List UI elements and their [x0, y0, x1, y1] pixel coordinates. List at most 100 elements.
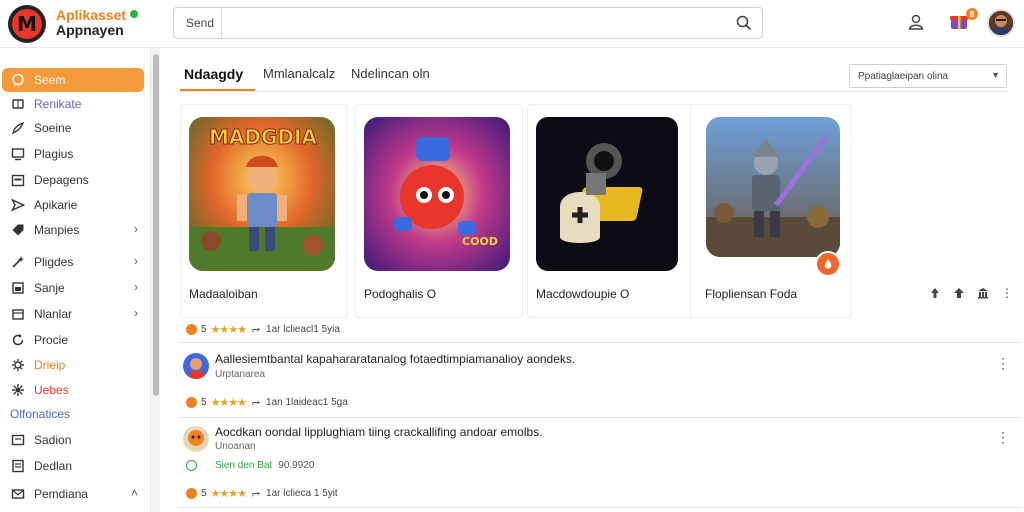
sidebar-item-label: Plagius	[34, 147, 74, 161]
sidebar-item-label: Renikate	[34, 97, 82, 111]
brand-name: Aplikasset Appnayen	[56, 8, 126, 38]
sidebar-item-apikarie[interactable]: Apikarie	[2, 193, 144, 217]
more-icon[interactable]: ⋮	[996, 356, 1010, 370]
search-input[interactable]	[222, 8, 726, 38]
send-icon	[10, 197, 26, 213]
status-label: Sien den Bat	[215, 460, 273, 471]
post-subtitle: Urptanarea	[215, 369, 266, 380]
settings-icon	[10, 382, 26, 398]
chevron-up-icon[interactable]: ˄	[131, 486, 138, 500]
tabs-divider	[180, 91, 1008, 92]
notification-badge: 8	[966, 8, 978, 20]
tag-icon	[10, 222, 26, 238]
sidebar-item-drieip[interactable]: Drieip	[2, 353, 144, 377]
row-divider	[180, 417, 1020, 418]
sidebar-item-label: Pligdes	[34, 255, 74, 269]
chevron-right-icon[interactable]: ›	[134, 280, 138, 294]
sidebar-item-label: Manpies	[34, 223, 80, 237]
share-icon[interactable]: ⮣	[252, 324, 260, 335]
arrow-up-icon[interactable]	[928, 286, 942, 300]
post-avatar[interactable]	[183, 426, 209, 452]
sidebar-item-soeine[interactable]: Soeine	[2, 116, 144, 140]
post-text[interactable]: Aocdkan oondal lipplughiam tiing crackal…	[215, 425, 543, 439]
sidebar-item-label: Drieip	[34, 358, 66, 372]
ticket-icon	[10, 96, 26, 112]
gear-icon	[10, 357, 26, 373]
card-art-title: MADGDIA	[209, 125, 318, 150]
game-card[interactable]: Flopliensan Foda	[690, 104, 852, 318]
star-rating: ★★★★	[210, 323, 247, 336]
square-icon	[10, 280, 26, 296]
more-icon[interactable]: ⋮	[996, 430, 1010, 444]
pin-icon[interactable]	[952, 286, 966, 300]
sidebar-item-sanje[interactable]: Sanje ›	[2, 276, 144, 300]
meta-text: 1ar lclieacl1 5yia	[266, 323, 340, 335]
sidebar-item-label: Pemdiana	[34, 487, 89, 501]
hot-badge-icon	[815, 251, 841, 277]
game-bag-art	[536, 117, 678, 271]
chat-icon	[10, 72, 26, 88]
card-title: Podoghalis O	[364, 287, 437, 301]
sidebar-item-procie[interactable]: Procie	[2, 328, 144, 352]
meta-text: 1ar lclieca 1 5yit	[266, 487, 338, 499]
chevron-right-icon[interactable]: ›	[134, 254, 138, 268]
search-scope[interactable]: Send	[174, 8, 222, 38]
sidebar-item-renikate[interactable]: Renikate	[2, 92, 144, 116]
avatar[interactable]	[987, 9, 1015, 37]
bank-icon[interactable]	[976, 286, 990, 300]
sidebar-item-seem[interactable]: Seem	[2, 68, 144, 92]
meta-count: 5	[201, 487, 207, 499]
meta-row: 5 ★★★★ ⮣ 1an 1laideac1 5ga	[186, 394, 348, 410]
sidebar-item-label: Dedlan	[34, 459, 73, 473]
sidebar-item-label: Sadion	[34, 433, 72, 447]
sort-select[interactable]: Ppatiaglaeipan olina ▼	[849, 64, 1007, 88]
sidebar-item-sadion[interactable]: Sadion	[2, 428, 144, 452]
game-card[interactable]: Macdowdoupie O	[527, 104, 695, 318]
sidebar-item-label: Nlanlar	[34, 307, 73, 321]
app-logo[interactable]: M	[8, 5, 46, 43]
screen-icon	[10, 432, 26, 448]
chevron-down-icon: ▼	[991, 70, 1000, 80]
online-dot	[130, 10, 138, 18]
search-icon[interactable]	[726, 8, 762, 38]
doc-icon	[10, 458, 26, 474]
post-subtitle: Unoanan	[215, 441, 256, 452]
chevron-right-icon[interactable]: ›	[134, 222, 138, 236]
sidebar-item-depagens[interactable]: Depagens	[2, 168, 144, 192]
share-icon[interactable]: ⮣	[252, 397, 260, 408]
game-card[interactable]: COOD Podoghalis O	[355, 104, 523, 318]
sidebar-item-pligdes[interactable]: Pligdes ›	[2, 250, 144, 274]
mail-icon	[10, 486, 26, 502]
post-text[interactable]: Aallesiemtbantal kapahararatanalog fotae…	[215, 352, 575, 366]
game-card[interactable]: MADGDIA Madaaloiban	[180, 104, 348, 318]
card-tools: ⋮	[928, 286, 1014, 300]
sidebar-item-label: Soeine	[34, 121, 72, 135]
sidebar-item-dedlan[interactable]: Dedlan	[2, 454, 144, 478]
card-title: Madaaloiban	[189, 287, 258, 301]
meta-count: 5	[201, 323, 207, 335]
box-icon	[10, 306, 26, 322]
app-header: M Aplikasset Appnayen Send 8	[0, 0, 1024, 48]
chevron-right-icon[interactable]: ›	[134, 306, 138, 320]
more-icon[interactable]: ⋮	[1000, 286, 1014, 300]
brand-line2: Appnayen	[56, 22, 124, 38]
user-icon[interactable]	[907, 13, 925, 34]
star-rating: ★★★★	[210, 396, 247, 409]
sidebar-item-olfonatices[interactable]: Olfonatices	[2, 402, 144, 426]
share-icon[interactable]: ⮣	[252, 488, 260, 499]
sidebar-item-label: Apikarie	[34, 198, 78, 212]
post-avatar[interactable]	[183, 353, 209, 379]
sidebar-scrollbar[interactable]	[150, 48, 160, 512]
sidebar-item-plagius[interactable]: Plagius	[2, 142, 144, 166]
card-art-title: COOD	[462, 235, 498, 248]
status-value: 90.9920	[278, 460, 315, 471]
sidebar-item-uebes[interactable]: Uebes	[2, 378, 144, 402]
sidebar-item-pemdiana[interactable]: Pemdiana ˄	[2, 482, 144, 506]
sidebar-item-label: Depagens	[34, 173, 89, 187]
sidebar-item-label: Olfonatices	[10, 407, 71, 421]
sidebar-item-nlanlar[interactable]: Nlanlar ›	[2, 302, 144, 326]
sidebar-item-manpies[interactable]: Manpies ›	[2, 218, 144, 242]
brand-line1: Aplikasset	[56, 7, 127, 23]
scrollbar-thumb[interactable]	[153, 54, 159, 396]
status-row: Sien den Bat 90.9920	[186, 460, 314, 471]
